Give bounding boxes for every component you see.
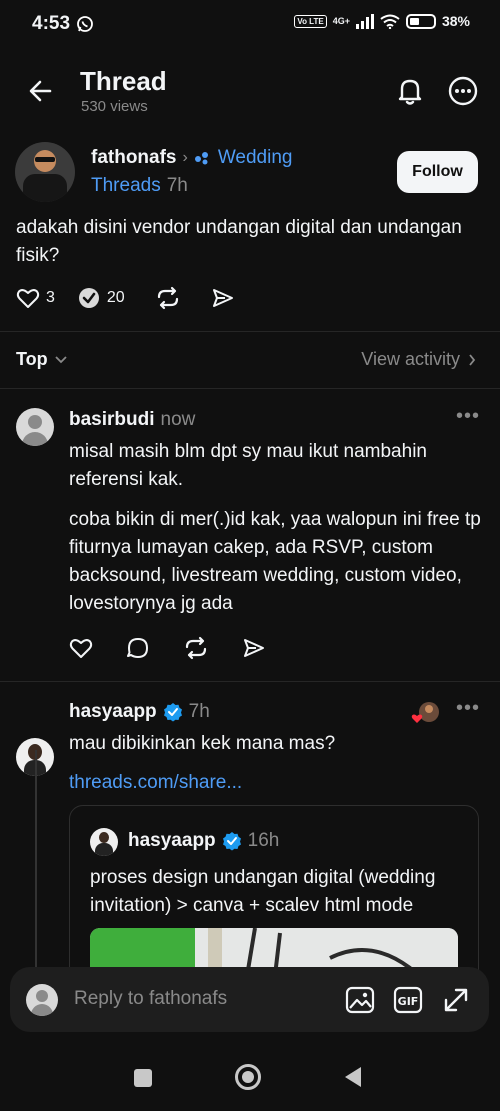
send-icon: [211, 286, 235, 310]
status-time: 4:53: [32, 13, 71, 34]
commenter-avatar[interactable]: [16, 408, 54, 446]
post-author-line: fathonafs › Wedding: [91, 147, 292, 169]
back-button[interactable]: [28, 78, 54, 104]
comment-author[interactable]: basirbudi: [69, 409, 155, 431]
heart-icon: [16, 286, 40, 310]
comment-author-line: hasyaapp 7h: [69, 701, 210, 723]
post-text: adakah disini vendor undangan digital da…: [16, 217, 462, 266]
quoted-author-avatar: [90, 828, 118, 856]
whatsapp-icon: [76, 15, 94, 33]
comment-text-continued: coba bikin di mer(.)id kak, yaa walopun …: [69, 509, 481, 614]
chevron-right-icon: [468, 353, 476, 367]
comment-more-icon[interactable]: •••: [456, 405, 480, 428]
expand-icon[interactable]: [442, 986, 470, 1014]
page-title: Thread: [80, 66, 167, 96]
view-activity-label: View activity: [361, 349, 460, 369]
volte-badge: Vo LTE: [294, 14, 327, 28]
view-count: 530 views: [81, 98, 148, 115]
reply-count: 20: [106, 289, 125, 306]
sort-label: Top: [16, 349, 48, 369]
svg-text:GIF: GIF: [398, 995, 419, 1008]
follow-button[interactable]: Follow: [397, 151, 478, 193]
share-button[interactable]: [211, 286, 235, 310]
divider: [0, 681, 500, 682]
post-time: 7h: [166, 175, 188, 196]
like-count: 3: [46, 289, 55, 306]
reply-check-icon: [77, 286, 101, 310]
battery-level: 38%: [441, 13, 470, 29]
like-button[interactable]: 3: [16, 286, 55, 310]
heart-icon[interactable]: [69, 636, 93, 660]
post-topic-line2: Threads 7h: [91, 175, 188, 197]
reply-count-button[interactable]: 20: [77, 286, 125, 310]
my-avatar: [26, 984, 58, 1016]
back-nav-icon[interactable]: [343, 1066, 363, 1088]
chevron-right-icon: ›: [182, 149, 188, 166]
comment-more-icon[interactable]: •••: [456, 697, 480, 720]
gif-icon[interactable]: GIF: [393, 986, 423, 1014]
divider: [0, 388, 500, 389]
quoted-author: hasyaapp: [128, 830, 216, 851]
shared-link[interactable]: threads.com/share...: [69, 769, 242, 797]
post-topic[interactable]: Wedding: [218, 147, 293, 169]
comment-actions: [69, 636, 266, 660]
network-type: 4G+: [332, 15, 350, 26]
system-nav-bar: [0, 1050, 500, 1111]
verified-badge-icon: [163, 702, 183, 722]
verified-badge-icon: [222, 831, 242, 851]
comment-author[interactable]: hasyaapp: [69, 701, 157, 723]
repost-icon[interactable]: [183, 636, 209, 660]
comment-author-line: basirbudi now: [69, 409, 195, 431]
sort-dropdown[interactable]: Top: [16, 349, 68, 370]
image-attach-icon[interactable]: [345, 986, 375, 1014]
notification-bell-icon[interactable]: [395, 76, 425, 106]
repost-icon: [155, 286, 181, 310]
thread-line: [35, 750, 37, 980]
post-actions: 3 20: [16, 286, 235, 310]
post-topic-continued[interactable]: Threads: [91, 175, 161, 197]
view-activity-link[interactable]: View activity: [361, 349, 476, 370]
signal-icon: [355, 13, 374, 29]
battery-icon: [405, 13, 436, 29]
divider: [0, 331, 500, 332]
liked-by-author-icon: [411, 701, 441, 725]
wifi-icon: [380, 14, 400, 29]
reply-bar: Reply to fathonafs GIF: [10, 967, 489, 1032]
comment-time: 7h: [188, 701, 210, 722]
quoted-author-line: hasyaapp 16h: [128, 830, 279, 852]
repost-button[interactable]: [155, 286, 181, 310]
comment-text: misal masih blm dpt sy mau ikut nambahin…: [69, 441, 427, 490]
more-options-icon[interactable]: [447, 75, 479, 107]
chevron-down-icon: [54, 355, 68, 365]
home-icon[interactable]: [234, 1063, 262, 1091]
status-icons: Vo LTE 4G+ 38%: [294, 13, 470, 29]
reply-input[interactable]: Reply to fathonafs: [74, 988, 227, 1010]
status-bar: 4:53 Vo LTE 4G+ 38%: [0, 10, 500, 40]
recent-apps-icon[interactable]: [133, 1068, 153, 1088]
post-author[interactable]: fathonafs: [91, 147, 177, 169]
send-icon[interactable]: [242, 636, 266, 660]
comment-text: mau dibikinkan kek mana mas?: [69, 733, 336, 754]
quoted-text: proses design undangan digital (wedding …: [90, 867, 436, 916]
comment-time: now: [160, 409, 196, 430]
comment-icon[interactable]: [126, 636, 150, 660]
author-avatar[interactable]: [15, 142, 75, 202]
quoted-time: 16h: [247, 830, 280, 851]
topic-icon: [194, 151, 212, 165]
